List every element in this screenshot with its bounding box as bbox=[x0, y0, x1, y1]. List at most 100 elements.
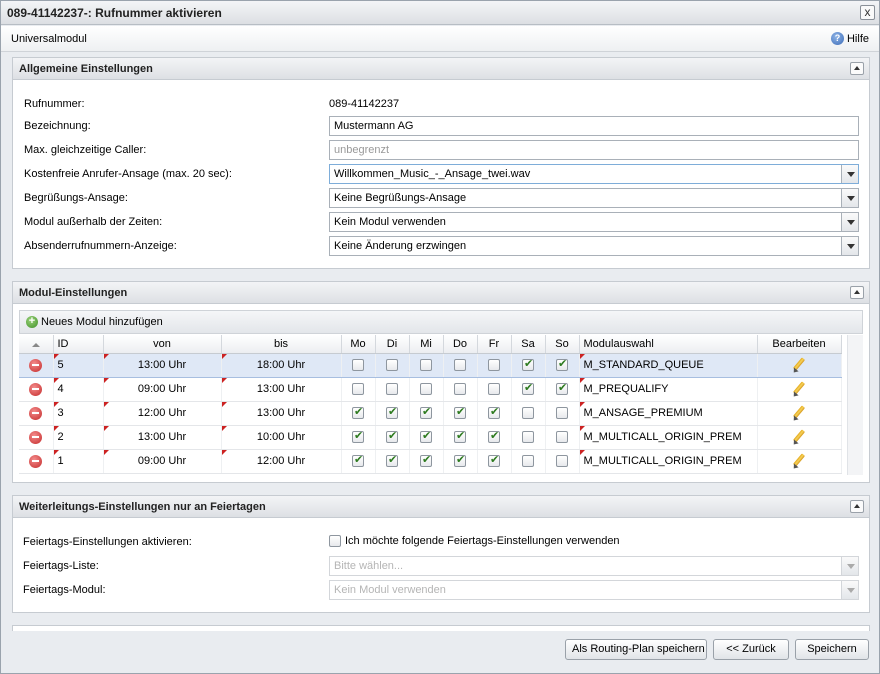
chevron-down-icon[interactable] bbox=[841, 189, 858, 207]
table-row[interactable]: 409:00 Uhr13:00 Uhr M_PREQUALIFY bbox=[19, 377, 842, 402]
day-mi-checkbox[interactable] bbox=[420, 429, 432, 444]
grid-scrollbar[interactable] bbox=[847, 335, 863, 475]
von-cell[interactable]: 13:00 Uhr bbox=[103, 352, 222, 378]
chevron-down-icon[interactable] bbox=[841, 237, 858, 255]
day-do-checkbox[interactable] bbox=[454, 429, 466, 444]
day-sa-checkbox[interactable] bbox=[522, 357, 534, 372]
day-so-checkbox[interactable] bbox=[556, 407, 568, 420]
col-mi[interactable]: Mi bbox=[409, 335, 444, 354]
day-di-checkbox[interactable] bbox=[386, 383, 398, 396]
day-so-checkbox[interactable] bbox=[556, 381, 568, 396]
holiday-activate-checkbox[interactable]: Ich möchte folgende Feiertags-Einstellun… bbox=[329, 535, 620, 547]
col-sa[interactable]: Sa bbox=[511, 335, 546, 354]
modul-cell[interactable]: M_PREQUALIFY bbox=[579, 377, 758, 402]
checkbox[interactable] bbox=[329, 535, 341, 547]
col-so[interactable]: So bbox=[545, 335, 580, 354]
day-sa-checkbox[interactable] bbox=[522, 407, 534, 420]
day-do-checkbox[interactable] bbox=[454, 453, 466, 468]
save-routing-plan-button[interactable]: Als Routing-Plan speichern bbox=[565, 639, 707, 660]
col-do[interactable]: Do bbox=[443, 335, 478, 354]
collapse-holidays-button[interactable] bbox=[850, 500, 864, 513]
chevron-down-icon[interactable] bbox=[841, 581, 858, 599]
day-do-checkbox[interactable] bbox=[454, 405, 466, 420]
chevron-down-icon[interactable] bbox=[841, 213, 858, 231]
col-id[interactable]: ID bbox=[53, 335, 104, 354]
von-cell[interactable]: 09:00 Uhr bbox=[103, 449, 222, 474]
bis-cell[interactable]: 12:00 Uhr bbox=[221, 449, 342, 474]
day-so-checkbox[interactable] bbox=[556, 357, 568, 372]
back-button[interactable]: << Zurück bbox=[713, 639, 789, 660]
day-so-checkbox[interactable] bbox=[556, 455, 568, 468]
table-row[interactable]: 312:00 Uhr13:00 Uhr M_ANSAGE_PREMIUM bbox=[19, 401, 842, 426]
modul-cell[interactable]: M_MULTICALL_ORIGIN_PREM bbox=[579, 449, 758, 474]
pencil-icon[interactable] bbox=[791, 381, 807, 397]
col-edit[interactable]: Bearbeiten bbox=[757, 335, 842, 354]
day-fr-checkbox[interactable] bbox=[488, 359, 500, 372]
day-di-checkbox[interactable] bbox=[386, 359, 398, 372]
day-mo-checkbox[interactable] bbox=[352, 359, 364, 372]
day-fr-checkbox[interactable] bbox=[488, 453, 500, 468]
delete-icon[interactable] bbox=[29, 430, 43, 444]
pencil-icon[interactable] bbox=[791, 429, 807, 445]
col-bis[interactable]: bis bbox=[221, 335, 342, 354]
day-mo-checkbox[interactable] bbox=[352, 405, 364, 420]
day-do-checkbox[interactable] bbox=[454, 383, 466, 396]
day-sa-checkbox[interactable] bbox=[522, 381, 534, 396]
day-fr-checkbox[interactable] bbox=[488, 383, 500, 396]
holiday-list-select[interactable]: Bitte wählen... bbox=[329, 556, 859, 576]
begruessung-select[interactable]: Keine Begrüßungs-Ansage bbox=[329, 188, 859, 208]
chevron-down-icon[interactable] bbox=[841, 557, 858, 575]
bis-cell[interactable]: 18:00 Uhr bbox=[221, 352, 342, 378]
ansage-select[interactable]: Willkommen_Music_-_Ansage_twei.wav bbox=[329, 164, 859, 184]
day-mi-checkbox[interactable] bbox=[420, 383, 432, 396]
bezeichnung-input[interactable]: Mustermann AG bbox=[329, 116, 859, 136]
bis-cell[interactable]: 13:00 Uhr bbox=[221, 377, 342, 402]
chevron-down-icon[interactable] bbox=[841, 165, 858, 183]
day-so-checkbox[interactable] bbox=[556, 431, 568, 444]
table-row[interactable]: 213:00 Uhr10:00 Uhr M_MULTICALL_ORIGIN_PR… bbox=[19, 425, 842, 450]
bis-cell[interactable]: 10:00 Uhr bbox=[221, 425, 342, 450]
absender-select[interactable]: Keine Änderung erzwingen bbox=[329, 236, 859, 256]
help-button[interactable]: ? Hilfe bbox=[830, 32, 869, 45]
day-mi-checkbox[interactable] bbox=[420, 453, 432, 468]
max-caller-input[interactable]: unbegrenzt bbox=[329, 140, 859, 160]
delete-icon[interactable] bbox=[29, 454, 43, 468]
col-modul[interactable]: Modulauswahl bbox=[579, 335, 758, 354]
delete-icon[interactable] bbox=[29, 406, 43, 420]
holiday-module-select[interactable]: Kein Modul verwenden bbox=[329, 580, 859, 600]
col-di[interactable]: Di bbox=[375, 335, 410, 354]
modul-cell[interactable]: M_ANSAGE_PREMIUM bbox=[579, 401, 758, 426]
col-fr[interactable]: Fr bbox=[477, 335, 512, 354]
day-do-checkbox[interactable] bbox=[454, 359, 466, 372]
day-fr-checkbox[interactable] bbox=[488, 405, 500, 420]
day-di-checkbox[interactable] bbox=[386, 453, 398, 468]
day-mo-checkbox[interactable] bbox=[352, 453, 364, 468]
modul-cell[interactable]: M_MULTICALL_ORIGIN_PREM bbox=[579, 425, 758, 450]
pencil-icon[interactable] bbox=[791, 357, 807, 373]
delete-icon[interactable] bbox=[29, 382, 43, 396]
sort-column-header[interactable] bbox=[19, 335, 54, 354]
bis-cell[interactable]: 13:00 Uhr bbox=[221, 401, 342, 426]
save-button[interactable]: Speichern bbox=[795, 639, 869, 660]
pencil-icon[interactable] bbox=[791, 453, 807, 469]
day-sa-checkbox[interactable] bbox=[522, 431, 534, 444]
close-button[interactable]: x bbox=[860, 5, 875, 20]
day-mi-checkbox[interactable] bbox=[420, 359, 432, 372]
day-sa-checkbox[interactable] bbox=[522, 455, 534, 468]
von-cell[interactable]: 09:00 Uhr bbox=[103, 377, 222, 402]
col-von[interactable]: von bbox=[103, 335, 222, 354]
modul-cell[interactable]: M_STANDARD_QUEUE bbox=[579, 352, 758, 378]
add-module-button[interactable]: + Neues Modul hinzufügen bbox=[26, 316, 163, 328]
pencil-icon[interactable] bbox=[791, 405, 807, 421]
day-mo-checkbox[interactable] bbox=[352, 383, 364, 396]
collapse-modules-button[interactable] bbox=[850, 286, 864, 299]
ausserhalb-select[interactable]: Kein Modul verwenden bbox=[329, 212, 859, 232]
col-mo[interactable]: Mo bbox=[341, 335, 376, 354]
day-mo-checkbox[interactable] bbox=[352, 429, 364, 444]
day-di-checkbox[interactable] bbox=[386, 405, 398, 420]
day-fr-checkbox[interactable] bbox=[488, 429, 500, 444]
collapse-general-button[interactable] bbox=[850, 62, 864, 75]
day-di-checkbox[interactable] bbox=[386, 429, 398, 444]
von-cell[interactable]: 12:00 Uhr bbox=[103, 401, 222, 426]
table-row[interactable]: 513:00 Uhr18:00 Uhr M_STANDARD_QUEUE bbox=[19, 352, 842, 378]
